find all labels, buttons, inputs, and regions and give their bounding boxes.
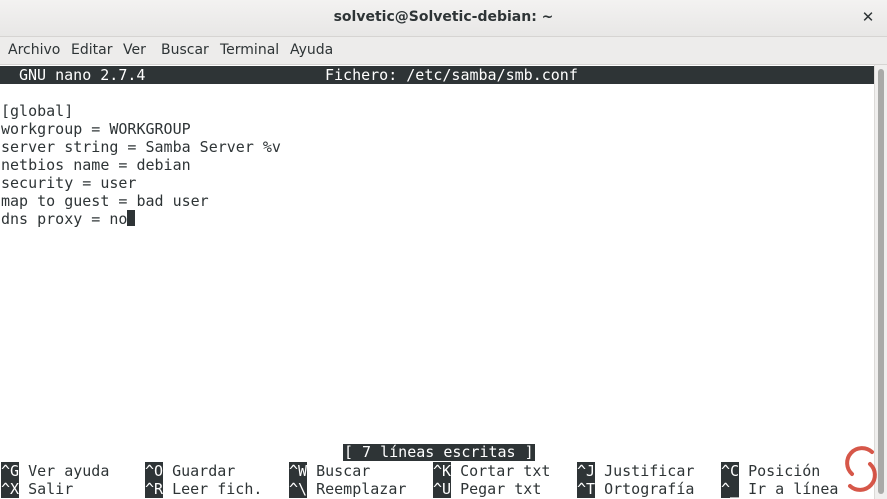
editor-line[interactable]: security = user bbox=[1, 174, 136, 192]
shortcut-label: Ir a línea bbox=[748, 480, 839, 498]
shortcut-key: ^C bbox=[721, 462, 740, 480]
editor-line[interactable]: workgroup = WORKGROUP bbox=[1, 120, 191, 138]
shortcut-ir-a-linea[interactable]: ^_ Ir a línea bbox=[721, 480, 838, 498]
menu-archivo[interactable]: Archivo bbox=[8, 42, 60, 58]
shortcut-guardar[interactable]: ^O Guardar bbox=[145, 462, 235, 480]
shortcut-key: ^J bbox=[577, 462, 596, 480]
shortcut-key: ^_ bbox=[721, 480, 740, 498]
solvetic-logo-icon bbox=[845, 446, 877, 492]
shortcut-label: Pegar txt bbox=[460, 480, 542, 498]
shortcut-posicion[interactable]: ^C Posición bbox=[721, 462, 820, 480]
menu-ayuda[interactable]: Ayuda bbox=[290, 42, 333, 58]
editor-line[interactable]: netbios name = debian bbox=[1, 156, 191, 174]
editor-line[interactable]: server string = Samba Server %v bbox=[1, 138, 281, 156]
shortcut-label: Posición bbox=[748, 462, 821, 480]
shortcut-label: Justificar bbox=[604, 462, 695, 480]
shortcut-reemplazar[interactable]: ^\ Reemplazar bbox=[289, 480, 406, 498]
shortcut-key: ^\ bbox=[289, 480, 308, 498]
shortcut-ver-ayuda[interactable]: ^G Ver ayuda bbox=[1, 462, 109, 480]
nano-version: GNU nano 2.7.4 bbox=[19, 66, 146, 84]
shortcut-label: Reemplazar bbox=[316, 480, 407, 498]
shortcut-cortar-txt[interactable]: ^K Cortar txt bbox=[433, 462, 550, 480]
shortcut-label: Buscar bbox=[316, 462, 371, 480]
shortcut-leer-fich[interactable]: ^R Leer fich. bbox=[145, 480, 262, 498]
editor-line[interactable]: map to guest = bad user bbox=[1, 192, 209, 210]
shortcut-key: ^W bbox=[289, 462, 308, 480]
close-icon[interactable]: ✕ bbox=[859, 8, 877, 26]
shortcut-key: ^O bbox=[145, 462, 164, 480]
menu-editar[interactable]: Editar bbox=[71, 42, 112, 58]
menu-buscar[interactable]: Buscar bbox=[161, 42, 209, 58]
shortcut-label: Guardar bbox=[172, 462, 236, 480]
editor-line[interactable]: [global] bbox=[1, 102, 73, 120]
editor-line-text: dns proxy = no bbox=[1, 210, 128, 228]
text-cursor bbox=[127, 210, 136, 226]
shortcut-key: ^G bbox=[1, 462, 20, 480]
title-bar[interactable]: solvetic@Solvetic-debian: ~ ✕ bbox=[0, 0, 887, 37]
shortcut-label: Ver ayuda bbox=[28, 462, 110, 480]
nano-filename: Fichero: /etc/samba/smb.conf bbox=[325, 66, 578, 84]
shortcut-key: ^U bbox=[433, 480, 452, 498]
terminal-content[interactable]: GNU nano 2.7.4 Fichero: /etc/samba/smb.c… bbox=[0, 65, 874, 499]
shortcut-key: ^X bbox=[1, 480, 20, 498]
shortcut-label: Ortografía bbox=[604, 480, 695, 498]
scrollbar-thumb[interactable] bbox=[878, 69, 884, 494]
editor-line-current[interactable]: dns proxy = no bbox=[1, 210, 136, 228]
shortcut-label: Salir bbox=[28, 480, 74, 498]
nano-header: GNU nano 2.7.4 Fichero: /etc/samba/smb.c… bbox=[0, 66, 874, 84]
shortcut-salir[interactable]: ^X Salir bbox=[1, 480, 73, 498]
menu-terminal[interactable]: Terminal bbox=[220, 42, 279, 58]
shortcut-label: Cortar txt bbox=[460, 462, 551, 480]
shortcut-ortografia[interactable]: ^T Ortografía bbox=[577, 480, 694, 498]
shortcut-pegar-txt[interactable]: ^U Pegar txt bbox=[433, 480, 541, 498]
vertical-scrollbar[interactable] bbox=[874, 65, 887, 499]
shortcut-key: ^R bbox=[145, 480, 164, 498]
shortcut-justificar[interactable]: ^J Justificar bbox=[577, 462, 694, 480]
shortcut-buscar[interactable]: ^W Buscar bbox=[289, 462, 370, 480]
shortcut-label: Leer fich. bbox=[172, 480, 263, 498]
window-title: solvetic@Solvetic-debian: ~ bbox=[333, 9, 554, 25]
shortcut-key: ^K bbox=[433, 462, 452, 480]
menu-bar: Archivo Editar Ver Buscar Terminal Ayuda bbox=[0, 37, 887, 65]
status-message: [ 7 líneas escritas ] bbox=[343, 443, 535, 461]
shortcut-key: ^T bbox=[577, 480, 596, 498]
menu-ver[interactable]: Ver bbox=[123, 42, 146, 58]
terminal-window: solvetic@Solvetic-debian: ~ ✕ Archivo Ed… bbox=[0, 0, 887, 499]
